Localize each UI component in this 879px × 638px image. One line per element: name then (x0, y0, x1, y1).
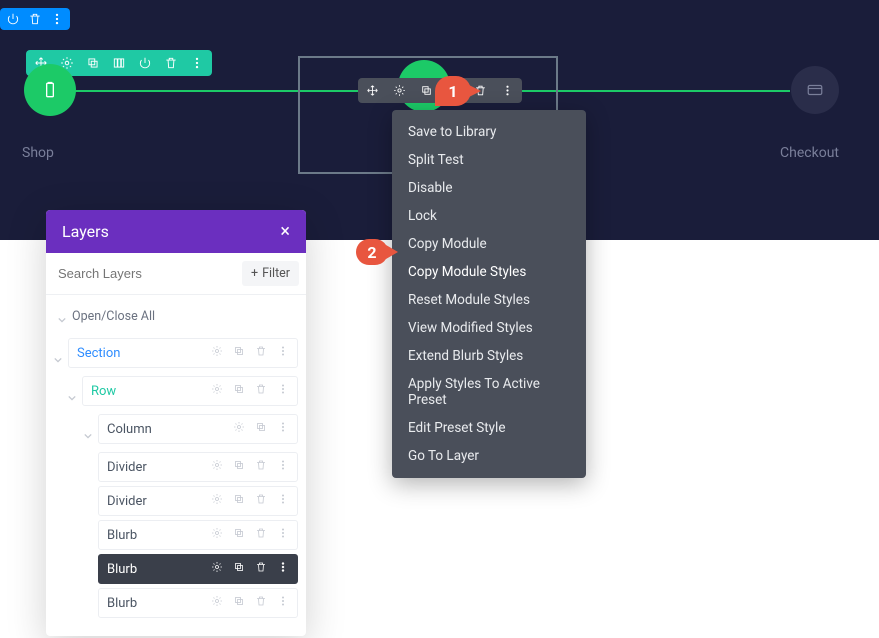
menu-item-split-test[interactable]: Split Test (392, 146, 586, 174)
filter-label: Filter (262, 266, 290, 281)
more-icon[interactable] (501, 84, 514, 97)
duplicate-icon[interactable] (233, 527, 245, 543)
move-icon[interactable] (366, 84, 379, 97)
power-icon[interactable] (138, 56, 152, 70)
tree-item-blurb[interactable]: Blurb (98, 520, 298, 550)
more-icon[interactable] (277, 595, 289, 611)
menu-item-apply-styles-to-active-preset[interactable]: Apply Styles To Active Preset (392, 370, 586, 414)
more-icon[interactable] (277, 459, 289, 475)
tree-label: Blurb (107, 562, 137, 577)
layers-body: Open/Close All Section Row (46, 295, 306, 636)
trash-icon[interactable] (255, 527, 267, 543)
layers-header: Layers × (46, 210, 306, 253)
tree-label: Blurb (107, 596, 137, 611)
more-icon[interactable] (277, 421, 289, 437)
search-input[interactable] (58, 266, 234, 281)
trash-icon[interactable] (28, 12, 42, 26)
trash-icon[interactable] (164, 56, 178, 70)
columns-icon[interactable] (112, 56, 126, 70)
open-close-label: Open/Close All (72, 309, 155, 324)
tree-label: Divider (107, 460, 147, 475)
gear-icon[interactable] (211, 527, 223, 543)
menu-item-edit-preset-style[interactable]: Edit Preset Style (392, 414, 586, 442)
gear-icon[interactable] (211, 383, 223, 399)
tree-label: Column (107, 422, 152, 437)
gear-icon[interactable] (233, 421, 245, 437)
gear-icon[interactable] (211, 493, 223, 509)
menu-item-view-modified-styles[interactable]: View Modified Styles (392, 314, 586, 342)
caret-down-icon[interactable] (54, 349, 62, 357)
duplicate-icon[interactable] (233, 595, 245, 611)
gear-icon[interactable] (211, 561, 223, 577)
trash-icon[interactable] (255, 459, 267, 475)
menu-item-go-to-layer[interactable]: Go To Layer (392, 442, 586, 470)
checkout-step-circle[interactable] (791, 66, 839, 114)
caret-down-icon[interactable] (68, 387, 76, 395)
tree-item-divider[interactable]: Divider (98, 486, 298, 516)
shop-label: Shop (22, 145, 54, 161)
trash-icon[interactable] (255, 493, 267, 509)
annotation-marker-2: 2 (356, 239, 388, 265)
duplicate-icon[interactable] (233, 345, 245, 361)
tree-item-blurb[interactable]: Blurb (98, 588, 298, 618)
filter-button[interactable]: + Filter (242, 261, 299, 286)
duplicate-icon[interactable] (233, 383, 245, 399)
more-icon[interactable] (277, 345, 289, 361)
trash-icon[interactable] (255, 595, 267, 611)
gear-icon[interactable] (211, 459, 223, 475)
shop-step-circle[interactable] (24, 64, 76, 116)
menu-item-reset-module-styles[interactable]: Reset Module Styles (392, 286, 586, 314)
menu-item-copy-module-styles[interactable]: Copy Module Styles (392, 258, 586, 286)
context-menu: Save to Library Split Test Disable Lock … (392, 110, 586, 478)
more-icon[interactable] (277, 493, 289, 509)
tree-column[interactable]: Column (98, 414, 298, 444)
duplicate-icon[interactable] (255, 421, 267, 437)
more-icon[interactable] (50, 12, 64, 26)
more-icon[interactable] (277, 527, 289, 543)
tree-row[interactable]: Row (82, 376, 298, 406)
close-icon[interactable]: × (280, 223, 290, 241)
power-icon[interactable] (6, 12, 20, 26)
gear-icon[interactable] (211, 345, 223, 361)
section-toolbar (0, 8, 70, 30)
annotation-marker-1: 1 (435, 76, 471, 106)
tree-label: Section (77, 346, 120, 361)
tree-label: Row (91, 384, 116, 399)
tree-label: Blurb (107, 528, 137, 543)
caret-down-icon (58, 313, 66, 321)
caret-down-icon[interactable] (84, 425, 92, 433)
duplicate-icon[interactable] (420, 84, 433, 97)
plus-icon: + (251, 266, 258, 281)
more-icon[interactable] (190, 56, 204, 70)
layers-title: Layers (62, 222, 109, 241)
layers-search-row: + Filter (46, 253, 306, 295)
more-icon[interactable] (277, 561, 289, 577)
duplicate-icon[interactable] (233, 493, 245, 509)
duplicate-icon[interactable] (233, 561, 245, 577)
tree-section[interactable]: Section (68, 338, 298, 368)
tree-item-divider[interactable]: Divider (98, 452, 298, 482)
gear-icon[interactable] (393, 84, 406, 97)
duplicate-icon[interactable] (233, 459, 245, 475)
checkout-label: Checkout (780, 145, 839, 161)
duplicate-icon[interactable] (86, 56, 100, 70)
menu-item-extend-blurb-styles[interactable]: Extend Blurb Styles (392, 342, 586, 370)
menu-item-disable[interactable]: Disable (392, 174, 586, 202)
menu-item-copy-module[interactable]: Copy Module (392, 230, 586, 258)
gear-icon[interactable] (211, 595, 223, 611)
layers-panel: Layers × + Filter Open/Close All Section (46, 210, 306, 636)
tree-item-blurb-active[interactable]: Blurb (98, 554, 298, 584)
trash-icon[interactable] (255, 345, 267, 361)
menu-item-lock[interactable]: Lock (392, 202, 586, 230)
tree-label: Divider (107, 494, 147, 509)
trash-icon[interactable] (255, 383, 267, 399)
menu-item-save-to-library[interactable]: Save to Library (392, 118, 586, 146)
open-close-all[interactable]: Open/Close All (54, 301, 298, 334)
more-icon[interactable] (277, 383, 289, 399)
trash-icon[interactable] (255, 561, 267, 577)
